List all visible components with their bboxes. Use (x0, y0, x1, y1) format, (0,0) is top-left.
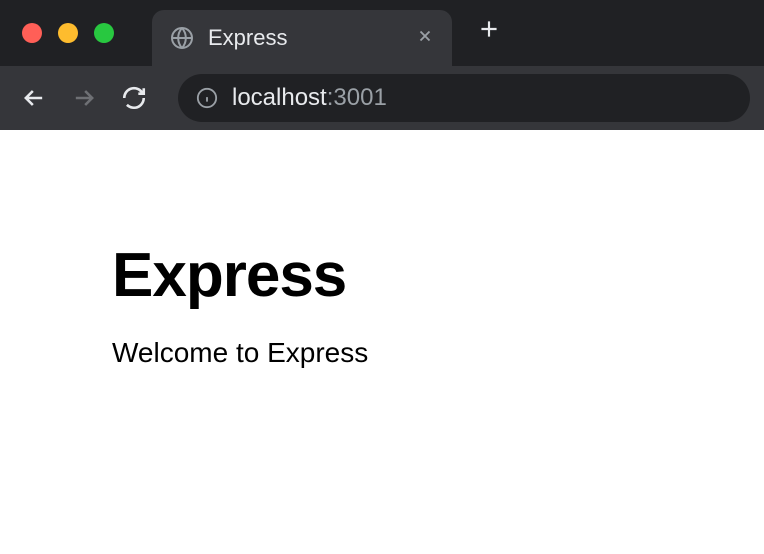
page-content: Express Welcome to Express (0, 130, 764, 369)
tab-title: Express (208, 25, 402, 51)
globe-icon (170, 26, 194, 50)
new-tab-button[interactable] (476, 16, 502, 50)
address-bar[interactable]: localhost:3001 (178, 74, 750, 122)
close-tab-icon[interactable] (416, 25, 434, 51)
url-host: localhost (232, 84, 327, 111)
window-minimize-button[interactable] (58, 23, 78, 43)
page-paragraph: Welcome to Express (112, 337, 764, 369)
site-info-icon[interactable] (196, 87, 218, 109)
page-heading: Express (112, 240, 764, 311)
window-maximize-button[interactable] (94, 23, 114, 43)
url-text: localhost:3001 (232, 84, 387, 112)
url-port: :3001 (327, 84, 387, 111)
reload-button[interactable] (114, 78, 154, 118)
window-controls (22, 23, 114, 43)
browser-chrome: Express (0, 0, 764, 130)
window-close-button[interactable] (22, 23, 42, 43)
back-button[interactable] (14, 78, 54, 118)
tab-bar: Express (0, 0, 764, 66)
toolbar: localhost:3001 (0, 66, 764, 130)
forward-button[interactable] (64, 78, 104, 118)
browser-tab[interactable]: Express (152, 10, 452, 66)
